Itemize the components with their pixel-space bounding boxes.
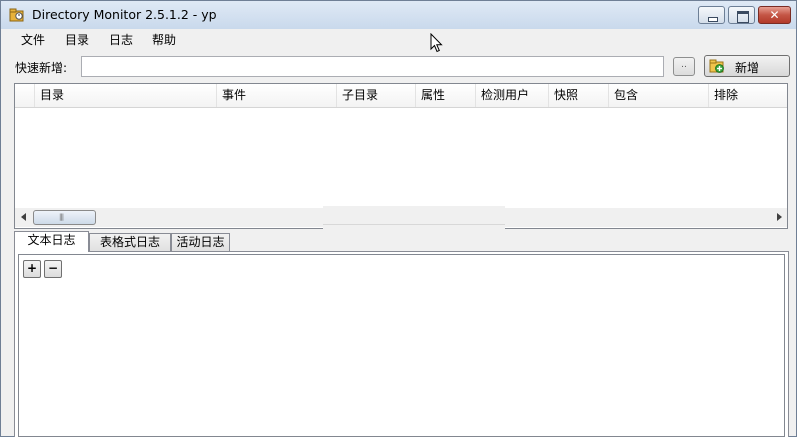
column-header-attributes[interactable]: 属性 (416, 84, 476, 107)
column-header-snapshot[interactable]: 快照 (549, 84, 609, 107)
expand-button[interactable]: + (23, 260, 41, 278)
close-icon: ✕ (769, 8, 780, 22)
tab-activity-log[interactable]: 活动日志 (171, 233, 230, 252)
scrollbar-thumb[interactable] (33, 210, 96, 225)
menu-directory[interactable]: 目录 (63, 31, 91, 48)
column-header-subdirectory[interactable]: 子目录 (337, 84, 416, 107)
collapse-button[interactable]: − (44, 260, 62, 278)
menu-help[interactable]: 帮助 (150, 31, 178, 48)
menu-file[interactable]: 文件 (19, 31, 47, 48)
floating-panel-artifact (323, 206, 505, 255)
text-log-area[interactable]: + − (18, 254, 785, 437)
column-header-detect-user[interactable]: 检测用户 (476, 84, 549, 107)
grid-header: 目录 事件 子目录 属性 检测用户 快照 包含 排除 (15, 84, 787, 108)
app-window: Directory Monitor 2.5.1.2 - yp ✕ 文件 目录 日… (0, 0, 797, 437)
minimize-button[interactable] (698, 6, 725, 24)
quick-add-input[interactable] (81, 56, 664, 77)
quick-add-label: 快速新增: (15, 61, 68, 75)
title-bar[interactable]: Directory Monitor 2.5.1.2 - yp ✕ (1, 1, 796, 29)
add-button-label: 新增 (735, 61, 760, 75)
menu-bar: 文件 目录 日志 帮助 (1, 29, 796, 50)
window-title: Directory Monitor 2.5.1.2 - yp (32, 7, 217, 22)
grid-row-selector-header (15, 84, 35, 107)
folder-add-icon (709, 59, 724, 73)
close-button[interactable]: ✕ (758, 6, 791, 24)
mouse-cursor-icon (430, 33, 443, 53)
add-button[interactable]: 新增 (704, 55, 790, 77)
scroll-left-icon[interactable] (21, 213, 26, 221)
menu-log[interactable]: 日志 (107, 31, 135, 48)
browse-button[interactable]: .. (673, 57, 695, 76)
column-header-directory[interactable]: 目录 (35, 84, 217, 107)
maximize-button[interactable] (728, 6, 755, 24)
column-header-include[interactable]: 包含 (609, 84, 709, 107)
column-header-event[interactable]: 事件 (217, 84, 337, 107)
tab-table-log[interactable]: 表格式日志 (89, 233, 171, 252)
divider (323, 224, 505, 225)
tab-text-log[interactable]: 文本日志 (14, 231, 89, 252)
scroll-right-icon[interactable] (777, 213, 782, 221)
column-header-exclude[interactable]: 排除 (709, 84, 787, 107)
log-tab-panel: + − (14, 251, 789, 437)
app-icon (9, 8, 24, 22)
